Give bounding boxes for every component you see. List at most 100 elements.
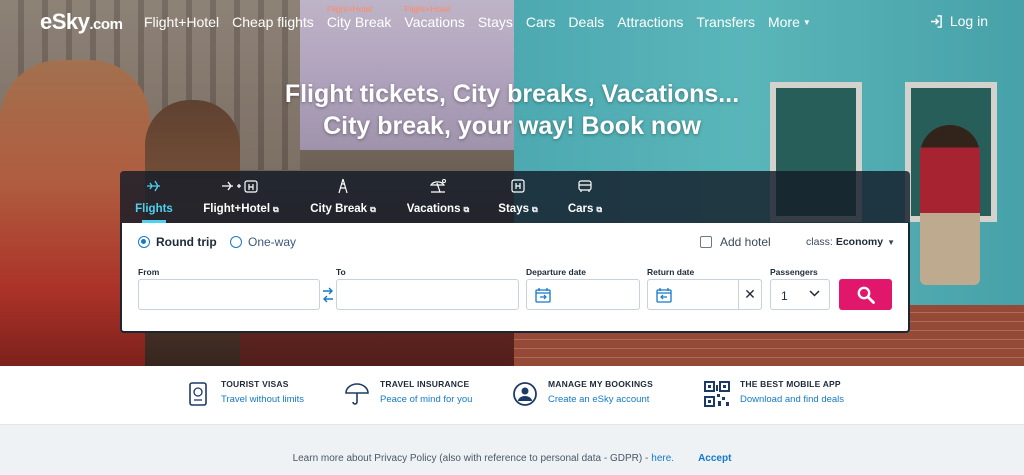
nav-label: Attractions (617, 14, 684, 30)
feature-link[interactable]: Travel without limits (221, 394, 304, 405)
nav-links: Flight+Hotel Cheap flights Flight+Hotel C… (144, 0, 824, 44)
clear-return-date-button[interactable]: ✕ (738, 279, 762, 310)
feature-link[interactable]: Create an eSky account (548, 394, 653, 405)
calendar-icon (535, 288, 551, 303)
plane-hotel-icon (221, 177, 261, 195)
add-hotel-label: Add hotel (720, 235, 771, 249)
caret-down-icon: ▼ (802, 18, 811, 27)
esky-logo[interactable]: eSky .com (40, 9, 123, 35)
privacy-policy-link[interactable]: here. (651, 453, 674, 464)
nav-cheap-flights[interactable]: Cheap flights (232, 14, 314, 30)
cookie-consent-bar: Learn more about Privacy Policy (also wi… (0, 442, 1024, 475)
nav-vacations[interactable]: Flight+Hotel Vacations (404, 4, 465, 30)
radio-selected[interactable] (138, 236, 150, 248)
tab-city-break[interactable]: City Break ⧉ (308, 171, 378, 223)
section-divider (0, 424, 1024, 442)
accept-cookies-button[interactable]: Accept (698, 453, 731, 464)
departure-date-input[interactable] (526, 279, 640, 310)
to-input[interactable] (336, 279, 519, 310)
external-link-icon: ⧉ (596, 205, 603, 214)
nav-more-menu[interactable]: More ▼ (768, 14, 811, 30)
class-value: Economy (835, 236, 884, 248)
feature-title: THE BEST MOBILE APP (740, 379, 841, 389)
nav-label: More (767, 14, 800, 30)
feature-travel-insurance[interactable]: TRAVEL INSURANCE Peace of mind for you (342, 379, 472, 409)
one-way-option[interactable]: One-way (230, 235, 296, 249)
car-icon (577, 177, 593, 195)
feature-manage-bookings[interactable]: MANAGE MY BOOKINGS Create an eSky account (510, 379, 653, 409)
tab-stays[interactable]: Stays ⧉ (496, 171, 540, 223)
tab-flights[interactable]: Flights (134, 171, 174, 223)
top-navigation: eSky .com Flight+Hotel Cheap flights Flig… (0, 0, 1024, 44)
feature-mobile-app[interactable]: THE BEST MOBILE APP Download and find dea… (702, 379, 844, 409)
feature-tourist-visas[interactable]: TOURIST VISAS Travel without limits (183, 379, 304, 409)
passengers-select[interactable]: 1 (770, 279, 830, 310)
nav-transfers[interactable]: Transfers (696, 14, 755, 30)
tab-label: Stays (498, 203, 529, 215)
external-link-icon: ⧉ (370, 205, 376, 214)
headline-line-1: Flight tickets, City breaks, Vacations..… (284, 80, 740, 108)
login-button[interactable]: Log in (930, 13, 988, 29)
cookie-text: Learn more about Privacy Policy (also wi… (292, 453, 649, 464)
one-way-label: One-way (248, 235, 297, 249)
nav-label: Deals (568, 14, 605, 30)
qr-code-icon (702, 379, 732, 409)
plane-icon (146, 177, 162, 195)
tab-label: City Break (310, 203, 368, 215)
external-link-icon: ⧉ (531, 205, 538, 214)
logo-main: eSky (40, 9, 90, 34)
nav-label: Stays (477, 14, 513, 30)
feature-link[interactable]: Peace of mind for you (380, 394, 472, 405)
tab-flight-hotel[interactable]: Flight+Hotel ⧉ (200, 171, 282, 223)
nav-label: Transfers (696, 14, 755, 30)
close-icon: ✕ (744, 286, 756, 302)
from-input[interactable] (138, 279, 320, 310)
nav-flight-hotel[interactable]: Flight+Hotel (144, 14, 219, 30)
class-selector[interactable]: class: Economy ▼ (806, 236, 895, 248)
nav-stays[interactable]: Stays (478, 14, 513, 30)
round-trip-label: Round trip (156, 235, 217, 249)
external-link-icon: ⧉ (273, 205, 279, 214)
flight-search-form: Round trip One-way Add hotel class: Econo… (120, 223, 910, 333)
caret-down-icon: ▼ (887, 238, 896, 247)
login-label: Log in (949, 13, 988, 29)
chevron-down-icon (809, 290, 820, 297)
tab-label: Vacations (406, 203, 461, 215)
swap-icon[interactable] (321, 286, 335, 304)
nav-attractions[interactable]: Attractions (617, 14, 683, 30)
search-button[interactable] (839, 279, 892, 310)
return-label: Return date (647, 267, 695, 277)
eiffel-tower-icon (335, 177, 351, 195)
hotel-icon (510, 177, 526, 195)
search-tabs: Flights Flight+Hotel ⧉ City Break ⧉ Vacati… (120, 171, 910, 223)
departure-label: Departure date (526, 267, 586, 277)
tab-label: Flight+Hotel (203, 203, 271, 215)
nav-label: Cheap flights (232, 14, 314, 30)
search-icon (857, 286, 875, 304)
nav-label: Vacations (404, 14, 465, 30)
tab-vacations[interactable]: Vacations ⧉ (403, 171, 473, 223)
nav-cars[interactable]: Cars (526, 14, 556, 30)
class-label: class: (806, 236, 833, 248)
features-strip: TOURIST VISAS Travel without limits TRAVE… (0, 366, 1024, 424)
nav-super-label: Flight+Hotel (404, 4, 450, 14)
radio-unselected[interactable] (230, 236, 242, 248)
add-hotel-option[interactable]: Add hotel (700, 235, 771, 249)
nav-super-label: Flight+Hotel (326, 4, 373, 14)
to-label: To (336, 267, 346, 277)
calendar-icon (656, 288, 672, 303)
feature-title: MANAGE MY BOOKINGS (548, 379, 653, 389)
login-icon (930, 14, 942, 28)
add-hotel-checkbox[interactable] (700, 236, 712, 248)
user-circle-icon (510, 379, 540, 409)
tab-label: Flights (135, 203, 173, 215)
nav-label: Cars (525, 14, 556, 30)
nav-deals[interactable]: Deals (568, 14, 604, 30)
tab-cars[interactable]: Cars ⧉ (567, 171, 603, 223)
feature-link[interactable]: Download and find deals (740, 394, 844, 405)
beach-umbrella-icon (429, 177, 447, 195)
round-trip-option[interactable]: Round trip (138, 235, 217, 249)
nav-label: Flight+Hotel (144, 14, 220, 30)
nav-city-break[interactable]: Flight+Hotel City Break (327, 4, 392, 30)
feature-title: TOURIST VISAS (221, 379, 289, 389)
